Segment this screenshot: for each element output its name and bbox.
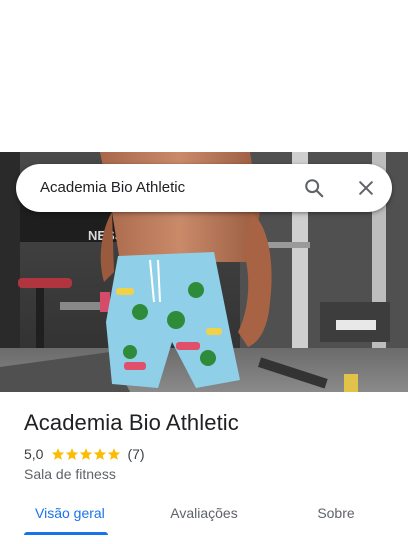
star-icon (94, 448, 107, 460)
rating-stars (51, 447, 121, 461)
search-input[interactable]: Academia Bio Athletic (40, 164, 185, 212)
close-button[interactable] (350, 172, 382, 204)
tab-reviews[interactable]: Avaliações (152, 496, 256, 540)
rating-value: 5,0 (24, 446, 44, 462)
place-info-panel: Academia Bio Athletic 5,0 (7) Sala de fi… (0, 392, 408, 544)
rating-row[interactable]: 5,0 (7) (24, 444, 145, 464)
tab-about[interactable]: Sobre (296, 496, 376, 540)
close-icon (359, 181, 373, 195)
star-icon (108, 448, 121, 460)
place-category: Sala de fitness (24, 466, 116, 482)
search-icon (305, 179, 324, 198)
search-button[interactable] (298, 172, 330, 204)
star-icon (66, 448, 79, 460)
star-icon (80, 448, 93, 460)
active-tab-indicator (24, 532, 108, 535)
review-count: (7) (127, 446, 145, 462)
map-area (0, 0, 408, 152)
search-bar[interactable]: Academia Bio Athletic (16, 164, 392, 212)
place-title: Academia Bio Athletic (24, 410, 239, 435)
star-icon (52, 448, 65, 460)
place-tabs: Visão geral Avaliações Sobre (0, 496, 408, 544)
